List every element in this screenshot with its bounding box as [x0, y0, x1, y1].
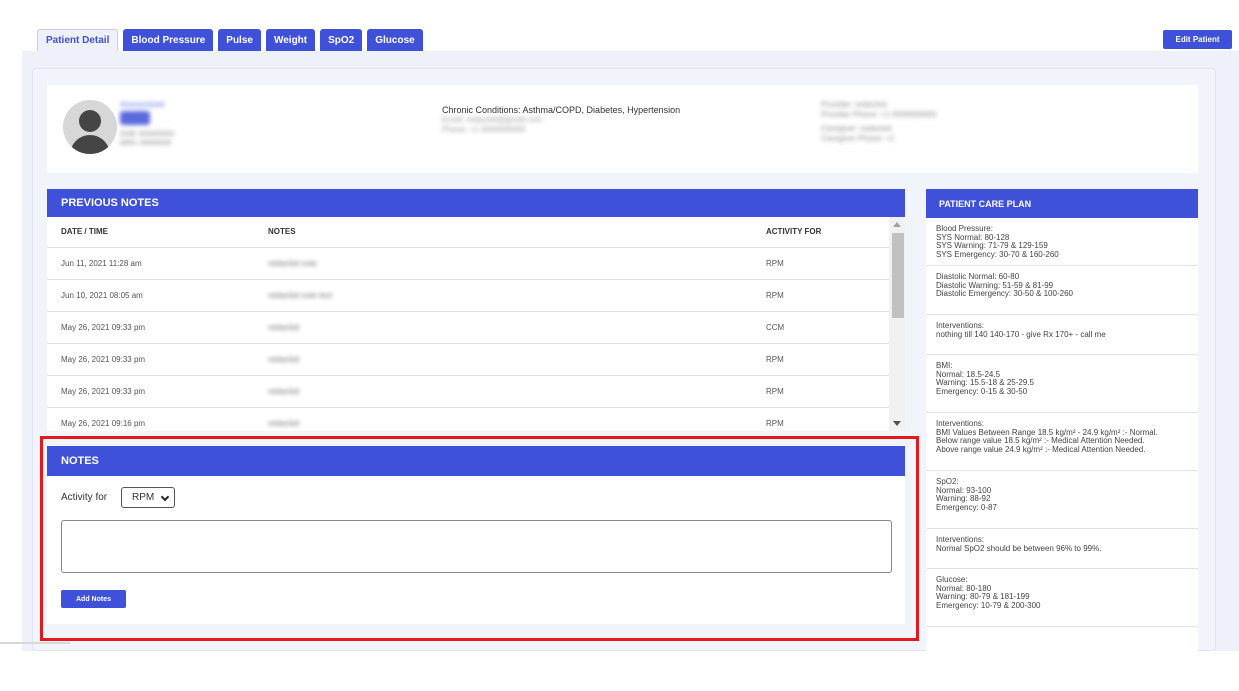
- patient-contact: Chronic Conditions: Asthma/COPD, Diabete…: [442, 105, 680, 135]
- table-row: May 26, 2021 09:33 pm redacted RPM: [47, 343, 889, 376]
- tab-bar: Patient Detail Blood Pressure Pulse Weig…: [37, 29, 428, 51]
- previous-notes-title: PREVIOUS NOTES: [47, 189, 905, 217]
- care-plan-item: Glucose: Normal: 80-180 Warning: 80-79 &…: [926, 569, 1198, 627]
- note-date: Jun 10, 2021 08:05 am: [47, 279, 254, 312]
- note-activity: RPM: [752, 343, 889, 376]
- note-text: redacted: [268, 354, 300, 364]
- scroll-up-arrow-icon[interactable]: [893, 222, 901, 227]
- patient-email: Email: redacted@gmail.com: [442, 115, 543, 124]
- patient-name: Anonymized: [120, 100, 165, 109]
- note-activity: RPM: [752, 375, 889, 408]
- care-plan-item: Diastolic Normal: 60-80 Diastolic Warnin…: [926, 266, 1198, 315]
- patient-identity: Anonymized DOB: 00/00/0000 MRN: 00000000: [120, 100, 174, 148]
- provider-name: Provider: redacted: [821, 100, 887, 109]
- patient-phone: Phone: +1 0000000000: [442, 125, 526, 134]
- previous-notes-table: DATE / TIME NOTES ACTIVITY FOR Jun 11, 2…: [47, 217, 889, 431]
- care-plan-item: Interventions: Normal SpO2 should be bet…: [926, 529, 1198, 569]
- avatar: [63, 100, 117, 154]
- tab-weight[interactable]: Weight: [265, 29, 316, 51]
- note-date: May 26, 2021 09:16 pm: [47, 407, 254, 431]
- care-plan-item: Interventions: nothing till 140 140-170 …: [926, 315, 1198, 355]
- note-text: redacted: [268, 386, 300, 396]
- note-date: Jun 11, 2021 11:28 am: [47, 247, 254, 280]
- tab-spo2[interactable]: SpO2: [320, 29, 363, 51]
- note-activity: RPM: [752, 407, 889, 431]
- tab-pulse[interactable]: Pulse: [218, 29, 261, 51]
- avatar-body: [70, 135, 110, 154]
- scroll-down-arrow-icon[interactable]: [893, 421, 901, 426]
- avatar-head: [79, 110, 101, 132]
- tab-glucose[interactable]: Glucose: [367, 29, 423, 51]
- patient-badge: [120, 111, 150, 125]
- care-plan-item: Blood Pressure: SYS Normal: 80-128 SYS W…: [926, 218, 1198, 266]
- provider-phone: Provider Phone: +1 0000000000: [821, 110, 937, 119]
- table-header-row: DATE / TIME NOTES ACTIVITY FOR: [47, 217, 889, 248]
- patient-care-plan-panel: PATIENT CARE PLAN Blood Pressure: SYS No…: [926, 189, 1198, 651]
- caregiver-name: Caregiver: redacted: [821, 124, 892, 133]
- bottom-scrollbar[interactable]: [0, 642, 70, 644]
- caregiver-phone: Caregiver Phone: +1: [821, 134, 895, 143]
- patient-dob: DOB: 00/00/0000: [120, 131, 175, 138]
- note-text: redacted note text: [268, 290, 333, 300]
- notes-scrollbar-thumb[interactable]: [892, 233, 904, 318]
- care-plan-item: BMI: Normal: 18.5-24.5 Warning: 15.5-18 …: [926, 355, 1198, 413]
- care-plan-item: Interventions: BMI Values Between Range …: [926, 413, 1198, 471]
- table-row: May 26, 2021 09:16 pm redacted RPM: [47, 407, 889, 431]
- patient-profile-card: Anonymized DOB: 00/00/0000 MRN: 00000000…: [47, 85, 1198, 173]
- table-row: May 26, 2021 09:33 pm redacted RPM: [47, 375, 889, 408]
- column-header-activity: ACTIVITY FOR: [752, 217, 889, 248]
- note-text: redacted: [268, 418, 300, 428]
- column-header-notes: NOTES: [254, 217, 752, 248]
- chevron-down-icon: [160, 492, 170, 502]
- tab-patient-detail[interactable]: Patient Detail: [37, 29, 119, 51]
- notes-form-title: NOTES: [47, 446, 905, 476]
- edit-patient-button[interactable]: Edit Patient: [1163, 30, 1232, 49]
- note-date: May 26, 2021 09:33 pm: [47, 311, 254, 344]
- note-activity: RPM: [752, 247, 889, 280]
- activity-for-label: Activity for: [61, 492, 108, 503]
- note-text: redacted note: [268, 258, 317, 268]
- table-row: May 26, 2021 09:33 pm redacted CCM: [47, 311, 889, 344]
- notes-form-panel: NOTES Activity for RPM Add Notes: [47, 446, 905, 624]
- note-date: May 26, 2021 09:33 pm: [47, 343, 254, 376]
- column-header-date: DATE / TIME: [47, 217, 254, 248]
- add-notes-button[interactable]: Add Notes: [61, 590, 126, 608]
- activity-select-value: RPM: [132, 492, 155, 503]
- note-text: redacted: [268, 322, 300, 332]
- table-row: Jun 10, 2021 08:05 am redacted note text…: [47, 279, 889, 312]
- chronic-conditions: Chronic Conditions: Asthma/COPD, Diabete…: [442, 105, 681, 115]
- table-row: Jun 11, 2021 11:28 am redacted note RPM: [47, 247, 889, 280]
- tab-blood-pressure[interactable]: Blood Pressure: [123, 29, 214, 51]
- care-plan-title: PATIENT CARE PLAN: [926, 189, 1198, 218]
- notes-textarea[interactable]: [61, 520, 892, 573]
- activity-select[interactable]: RPM: [121, 487, 175, 508]
- note-activity: CCM: [752, 311, 889, 344]
- patient-mrn: MRN: 00000000: [120, 140, 171, 147]
- care-plan-item: SpO2: Normal: 93-100 Warning: 88-92 Emer…: [926, 471, 1198, 529]
- previous-notes-panel: PREVIOUS NOTES DATE / TIME NOTES ACTIVIT…: [47, 189, 905, 431]
- note-activity: RPM: [752, 279, 889, 312]
- note-date: May 26, 2021 09:33 pm: [47, 375, 254, 408]
- care-team-info: Provider: redacted Provider Phone: +1 00…: [821, 100, 936, 144]
